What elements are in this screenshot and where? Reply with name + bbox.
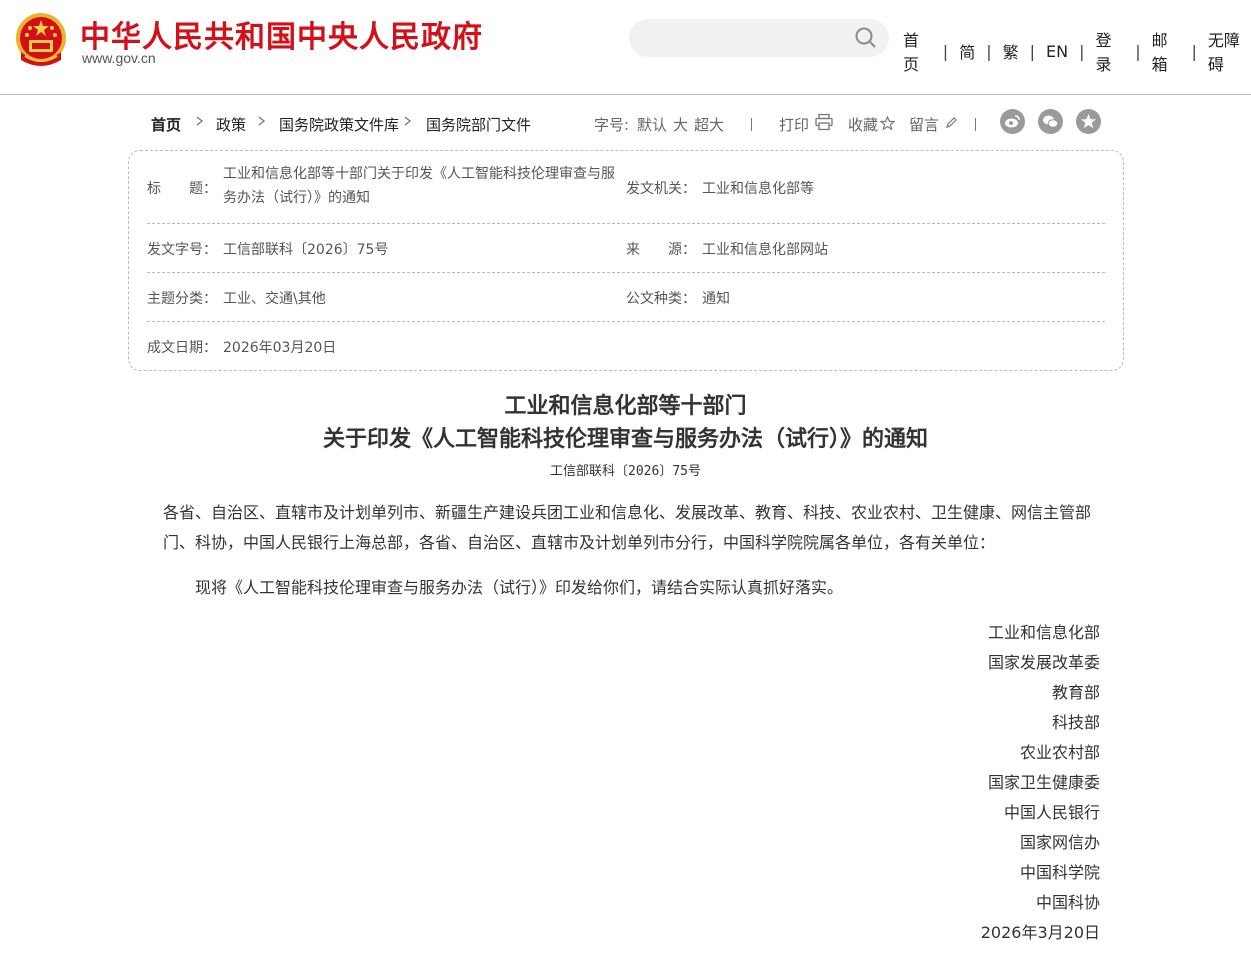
nav-separator: | [1029, 41, 1035, 61]
nav-english[interactable]: EN [1046, 42, 1068, 61]
site-header: 中华人民共和国中央人民政府 www.gov.cn 首页 | 简 | 繁 | EN | 登… [0, 0, 1251, 95]
body-paragraph: 现将《人工智能科技伦理审查与服务办法（试行）》印发给你们，请结合实际认真抓好落实… [195, 578, 844, 597]
signing-date: 2026年3月20日 [980, 923, 1100, 942]
document-title-line2: 关于印发《人工智能科技伦理审查与服务办法（试行）》的通知 [322, 426, 928, 452]
breadcrumb-home[interactable]: 首页 [151, 114, 181, 135]
print-icon[interactable] [815, 113, 833, 131]
signer: 中国科协 [1035, 893, 1100, 912]
chevron-right-icon [258, 116, 266, 126]
source-value: 工业和信息化部网站 [702, 242, 828, 258]
font-size-default[interactable]: 默认 [637, 114, 667, 135]
topic-value: 工业、交通\其他 [223, 291, 326, 307]
toolbar: 首页 政策 国务院政策文件库 国务院部门文件 字号: 默认 大 超大 打印 收藏… [0, 104, 1251, 140]
doc-number-label: 发文字号： [147, 242, 217, 258]
tool-separator [751, 118, 752, 131]
font-size-xlarge[interactable]: 超大 [694, 114, 724, 135]
document-number: 工信部联科〔2026〕75号 [550, 464, 701, 479]
topic-label: 主题分类： [147, 291, 217, 307]
chevron-right-icon [404, 116, 412, 126]
nav-separator: | [1191, 41, 1197, 61]
info-row: 发文字号： 工信部联科〔2026〕75号 来 源： 工业和信息化部网站 [147, 224, 1105, 273]
breadcrumb-department-docs[interactable]: 国务院部门文件 [426, 114, 531, 135]
pencil-icon[interactable] [944, 116, 958, 130]
addressee-paragraph: 各省、自治区、直辖市及计划单列市、新疆生产建设兵团工业和信息化、发展改革、教育、… [163, 503, 1092, 552]
title-label: 标 题： [147, 181, 217, 197]
site-url[interactable]: www.gov.cn [82, 50, 156, 66]
favorite-button[interactable]: 收藏 [848, 114, 878, 135]
nav-accessibility[interactable]: 无障碍 [1208, 27, 1251, 75]
nav-traditional[interactable]: 繁 [1003, 39, 1019, 63]
nav-login[interactable]: 登录 [1095, 27, 1124, 75]
wechat-icon[interactable] [1038, 109, 1063, 134]
chevron-right-icon [196, 116, 204, 126]
signer: 中国科学院 [1019, 863, 1100, 882]
doc-type-value: 通知 [702, 291, 730, 307]
nav-mail[interactable]: 邮箱 [1152, 27, 1181, 75]
print-button[interactable]: 打印 [779, 114, 809, 135]
tool-separator [975, 118, 976, 131]
nav-home[interactable]: 首页 [903, 27, 932, 75]
font-size-label: 字号: [594, 116, 630, 134]
doc-type-label: 公文种类： [626, 291, 696, 307]
signers-list: 工业和信息化部 国家发展改革委 教育部 科技部 农业农村部 国家卫生健康委 中国… [981, 618, 1100, 948]
search-input[interactable] [629, 19, 889, 57]
signer: 国家发展改革委 [987, 653, 1100, 672]
search-icon[interactable] [855, 27, 877, 49]
nav-separator: | [986, 41, 992, 61]
comment-button[interactable]: 留言 [909, 114, 939, 135]
top-nav: 首页 | 简 | 繁 | EN | 登录 | 邮箱 | 无障碍 [903, 27, 1251, 75]
breadcrumb-policy-library[interactable]: 国务院政策文件库 [279, 114, 399, 135]
issuer-label: 发文机关： [626, 181, 696, 197]
info-row: 标 题： 工业和信息化部等十部门关于印发《人工智能科技伦理审查与服务办法（试行）… [147, 151, 1105, 224]
document-title-line1: 工业和信息化部等十部门 [504, 393, 747, 419]
date-label: 成文日期： [147, 340, 217, 356]
signer: 教育部 [1051, 683, 1100, 702]
weibo-icon[interactable] [1000, 109, 1025, 134]
signer: 中国人民银行 [1003, 803, 1100, 822]
nav-simplified[interactable]: 简 [959, 39, 975, 63]
signer: 农业农村部 [1019, 743, 1100, 762]
signer: 国家网信办 [1019, 833, 1100, 852]
font-size-large[interactable]: 大 [673, 114, 688, 135]
signer: 科技部 [1051, 713, 1100, 732]
signer: 工业和信息化部 [987, 623, 1100, 642]
issuer-value: 工业和信息化部等 [702, 181, 814, 197]
nav-separator: | [1135, 41, 1141, 61]
title-value: 工业和信息化部等十部门关于印发《人工智能科技伦理审查与服务办法（试行）》的通知 [223, 166, 615, 206]
document-info-box: 标 题： 工业和信息化部等十部门关于印发《人工智能科技伦理审查与服务办法（试行）… [128, 150, 1124, 371]
nav-separator: | [942, 41, 949, 61]
signer: 国家卫生健康委 [987, 773, 1100, 792]
source-label: 来 源： [626, 242, 696, 258]
date-value: 2026年03月20日 [223, 340, 337, 356]
nav-separator: | [1079, 41, 1085, 61]
breadcrumb-policy[interactable]: 政策 [216, 114, 246, 135]
info-row: 主题分类： 工业、交通\其他 公文种类： 通知 [147, 273, 1105, 322]
national-emblem-icon[interactable] [15, 12, 67, 68]
star-icon[interactable] [880, 116, 895, 131]
favorite-star-icon[interactable] [1076, 109, 1101, 134]
doc-number-value: 工信部联科〔2026〕75号 [223, 242, 389, 258]
